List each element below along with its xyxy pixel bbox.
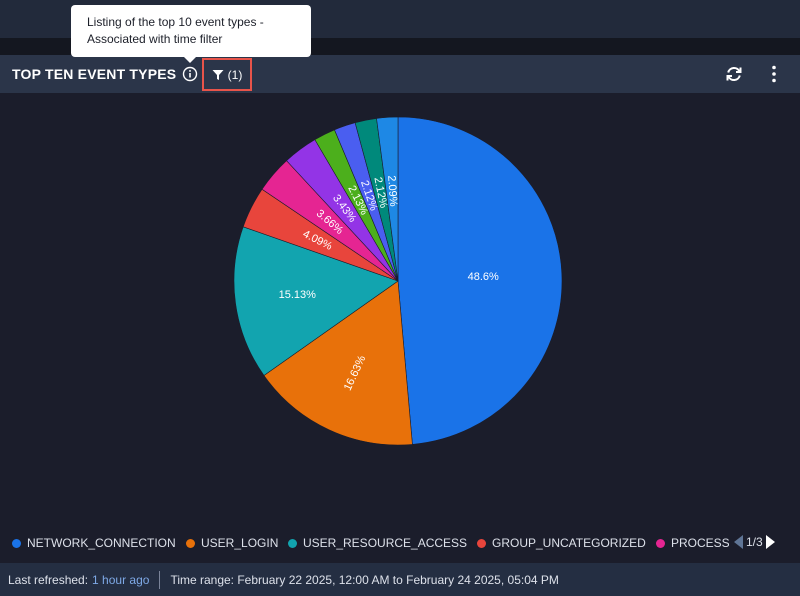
last-refreshed-label: Last refreshed: bbox=[8, 572, 89, 587]
info-tooltip: Listing of the top 10 event types - Asso… bbox=[71, 5, 311, 57]
pie-label: 2.09% bbox=[385, 175, 399, 207]
legend-page: 1/3 bbox=[746, 535, 763, 549]
legend-item[interactable]: NETWORK_CONNECTION bbox=[12, 536, 176, 550]
legend-label: USER_LOGIN bbox=[201, 536, 279, 550]
time-range: Time range: February 22 2025, 12:00 AM t… bbox=[170, 572, 559, 587]
pie-label: 15.13% bbox=[279, 289, 317, 301]
legend-pager: 1/3 bbox=[734, 535, 775, 549]
legend-label: NETWORK_CONNECTION bbox=[27, 536, 176, 550]
footer-divider bbox=[159, 570, 161, 589]
legend-next-icon[interactable] bbox=[765, 535, 775, 549]
panel-title: TOP TEN EVENT TYPES bbox=[12, 66, 177, 82]
pie-label: 48.6% bbox=[468, 271, 499, 283]
last-refreshed-value[interactable]: 1 hour ago bbox=[92, 573, 149, 587]
legend-item[interactable]: GROUP_UNCATEGORIZED bbox=[477, 536, 646, 550]
legend-prev-icon[interactable] bbox=[734, 535, 743, 549]
legend-dot bbox=[656, 538, 665, 548]
tooltip-arrow bbox=[183, 56, 197, 63]
legend-dot bbox=[477, 538, 486, 548]
panel-header: TOP TEN EVENT TYPES (1) bbox=[0, 55, 800, 93]
filter-icon bbox=[212, 69, 224, 80]
legend-label: GROUP_UNCATEGORIZED bbox=[492, 536, 646, 550]
legend-label: PROCESS bbox=[671, 536, 729, 550]
panel-footer: Last refreshed: 1 hour ago Time range: F… bbox=[0, 563, 800, 596]
more-vertical-icon[interactable] bbox=[766, 64, 782, 84]
event-types-panel: TOP TEN EVENT TYPES (1) 48.6% 16.63% 15.13… bbox=[0, 55, 800, 596]
legend-dot bbox=[186, 538, 195, 548]
chart-legend: NETWORK_CONNECTION USER_LOGIN USER_RESOURC… bbox=[0, 532, 800, 554]
legend-item[interactable]: USER_LOGIN bbox=[186, 536, 278, 550]
info-icon[interactable] bbox=[182, 66, 198, 82]
tooltip-line-1: Listing of the top 10 event types - bbox=[87, 15, 264, 29]
pie-chart: 48.6%16.63%15.13%4.09%3.66%3.43%2.13%2.1… bbox=[233, 116, 563, 446]
legend-dot bbox=[288, 538, 297, 548]
legend-label: USER_RESOURCE_ACCESS bbox=[303, 536, 468, 550]
tooltip-line-2: Associated with time filter bbox=[87, 32, 223, 46]
filter-button[interactable]: (1) bbox=[202, 58, 252, 91]
refresh-icon[interactable] bbox=[724, 64, 744, 84]
legend-items: NETWORK_CONNECTION USER_LOGIN USER_RESOURC… bbox=[0, 532, 729, 554]
filter-count: (1) bbox=[227, 67, 243, 82]
legend-item[interactable]: USER_RESOURCE_ACCESS bbox=[288, 536, 467, 550]
legend-dot bbox=[12, 538, 21, 548]
legend-item[interactable]: PROCESS bbox=[656, 536, 729, 550]
